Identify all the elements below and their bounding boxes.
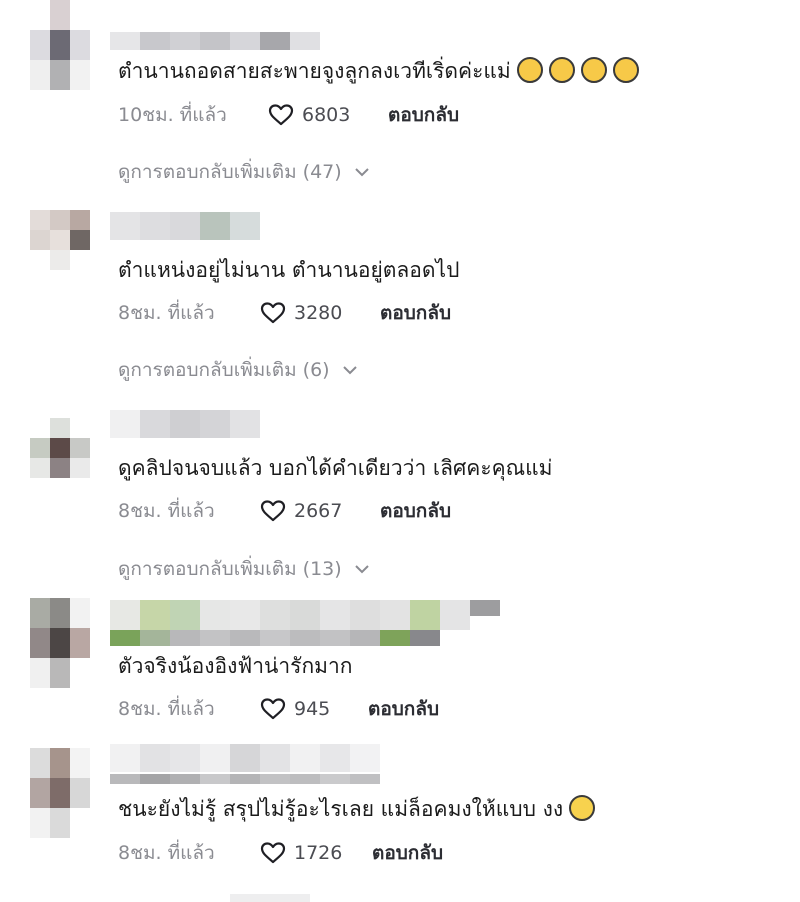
username-pixelated[interactable] bbox=[110, 212, 260, 240]
cut-off-more-replies bbox=[230, 894, 310, 902]
comment-text: ดูคลิปจนจบแล้ว บอกได้คำเดียวว่า เลิศคะคุ… bbox=[118, 456, 553, 480]
comment-meta: 8ชม. ที่แล้ว 2667 ตอบกลับ bbox=[118, 497, 451, 525]
like-count: 1726 bbox=[294, 842, 343, 864]
heart-icon[interactable] bbox=[260, 697, 286, 721]
username-pixelated[interactable] bbox=[110, 32, 320, 50]
flushed-emoji bbox=[569, 795, 596, 821]
comment-time: 8ชม. ที่แล้ว bbox=[118, 698, 215, 720]
comment-meta: 8ชม. ที่แล้ว 3280 ตอบกลับ bbox=[118, 299, 451, 327]
comment-meta: 8ชม. ที่แล้ว 945 ตอบกลับ bbox=[118, 695, 439, 723]
like-count: 6803 bbox=[302, 104, 351, 126]
comment-time: 8ชม. ที่แล้ว bbox=[118, 842, 215, 864]
comment-text: ตำแหน่งอยู่ไม่นาน ตำนานอยู่ตลอดไป bbox=[118, 258, 460, 282]
view-more-replies-label: ดูการตอบกลับเพิ่มเติม (13) bbox=[118, 558, 342, 580]
comment-time: 8ชม. ที่แล้ว bbox=[118, 302, 215, 324]
heart-icon[interactable] bbox=[260, 841, 286, 865]
reply-button[interactable]: ตอบกลับ bbox=[368, 694, 439, 724]
comment-text: ตำนานถอดสายสะพายจูงลูกลงเวทีเริ่ดค่ะแม่ bbox=[118, 57, 639, 85]
reply-button[interactable]: ตอบกลับ bbox=[380, 496, 451, 526]
avatar[interactable] bbox=[30, 418, 90, 478]
laugh-cry-emoji bbox=[548, 57, 575, 83]
like-count: 2667 bbox=[294, 500, 343, 522]
comment-time: 8ชม. ที่แล้ว bbox=[118, 500, 215, 522]
comment-time: 10ชม. ที่แล้ว bbox=[118, 104, 227, 126]
like-count: 945 bbox=[294, 698, 331, 720]
reply-button[interactable]: ตอบกลับ bbox=[372, 838, 443, 868]
comment-text: ชนะยังไม่รู้ สรุปไม่รู้อะไรเลย แม่ล็อคมง… bbox=[118, 795, 596, 823]
avatar[interactable] bbox=[30, 210, 90, 270]
username-pixelated[interactable] bbox=[110, 410, 260, 438]
chevron-down-icon bbox=[342, 366, 357, 375]
laugh-cry-emoji bbox=[516, 57, 543, 83]
avatar[interactable] bbox=[30, 598, 90, 688]
view-more-replies-label: ดูการตอบกลับเพิ่มเติม (47) bbox=[118, 161, 342, 183]
heart-icon[interactable] bbox=[268, 103, 294, 127]
username-pixelated[interactable] bbox=[110, 600, 500, 646]
comment-meta: 8ชม. ที่แล้ว 1726 ตอบกลับ bbox=[118, 839, 443, 867]
heart-icon[interactable] bbox=[260, 301, 286, 325]
laugh-cry-emoji bbox=[580, 57, 607, 83]
view-more-replies[interactable]: ดูการตอบกลับเพิ่มเติม (6) bbox=[118, 356, 358, 384]
comment-text: ตัวจริงน้องอิงฟ้าน่ารักมาก bbox=[118, 654, 353, 678]
view-more-replies[interactable]: ดูการตอบกลับเพิ่มเติม (47) bbox=[118, 158, 370, 186]
view-more-replies-label: ดูการตอบกลับเพิ่มเติม (6) bbox=[118, 359, 330, 381]
like-count: 3280 bbox=[294, 302, 343, 324]
view-more-replies[interactable]: ดูการตอบกลับเพิ่มเติม (13) bbox=[118, 555, 370, 583]
reply-button[interactable]: ตอบกลับ bbox=[388, 100, 459, 130]
comment-meta: 10ชม. ที่แล้ว 6803 ตอบกลับ bbox=[118, 101, 459, 129]
heart-icon[interactable] bbox=[260, 499, 286, 523]
avatar[interactable] bbox=[30, 748, 90, 838]
reply-button[interactable]: ตอบกลับ bbox=[380, 298, 451, 328]
chevron-down-icon bbox=[354, 565, 369, 574]
laugh-cry-emoji bbox=[612, 57, 639, 83]
chevron-down-icon bbox=[354, 168, 369, 177]
avatar[interactable] bbox=[30, 0, 90, 90]
username-pixelated[interactable] bbox=[110, 744, 380, 786]
